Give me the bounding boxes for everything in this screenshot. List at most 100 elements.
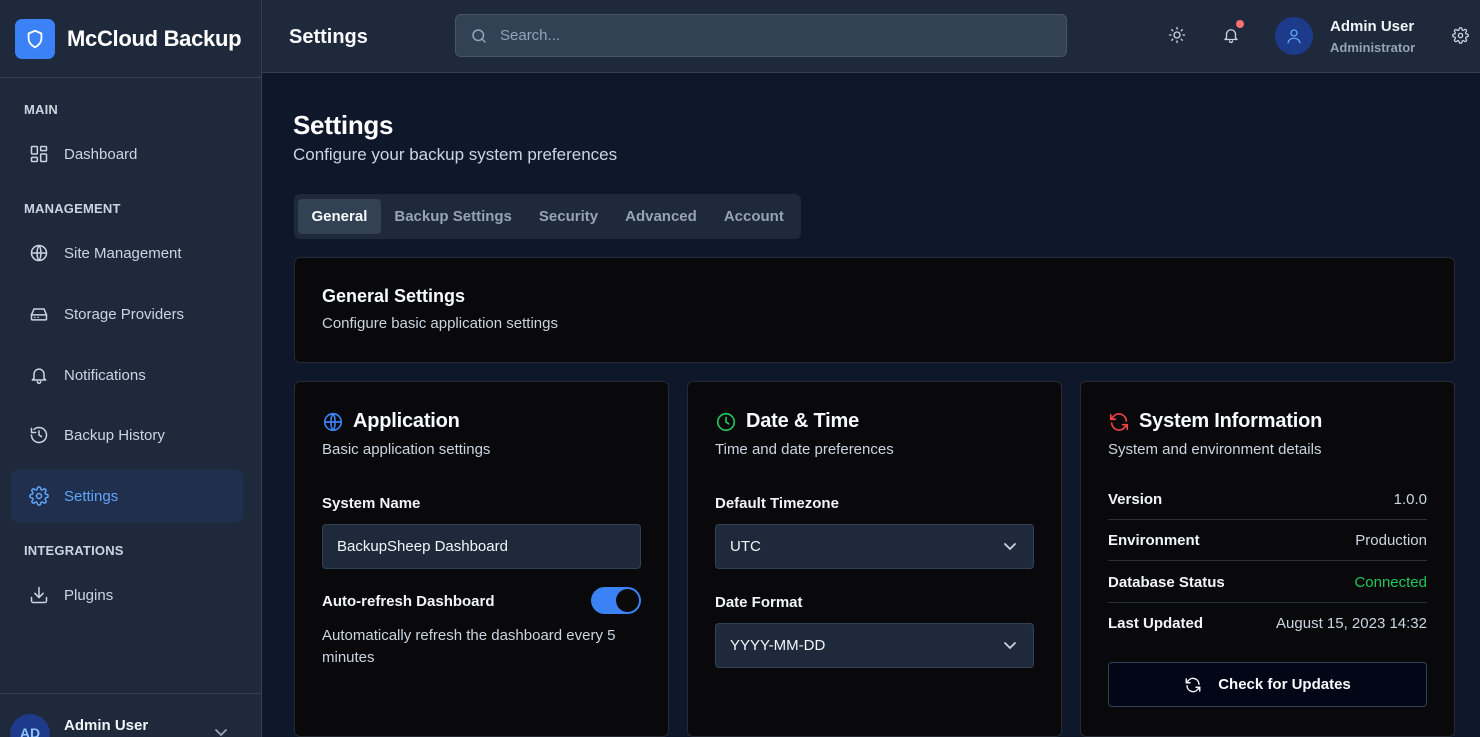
check-updates-label: Check for Updates — [1218, 676, 1351, 693]
check-updates-button[interactable]: Check for Updates — [1108, 662, 1427, 707]
general-settings-header: General Settings Configure basic applica… — [294, 257, 1455, 363]
sidebar-item-settings[interactable]: Settings — [11, 470, 243, 522]
info-value: August 15, 2023 14:32 — [1276, 615, 1427, 632]
auto-refresh-label: Auto-refresh Dashboard — [322, 593, 495, 610]
card-header: Date & Time — [715, 410, 859, 433]
sidebar-item-notifications[interactable]: Notifications — [11, 349, 243, 401]
card-header: Application — [322, 410, 460, 433]
info-key: Last Updated — [1108, 615, 1204, 632]
refresh-icon — [1108, 411, 1130, 433]
tab-general[interactable]: General — [298, 199, 381, 234]
bell-icon — [28, 364, 50, 386]
page-subtitle: Configure your backup system preferences — [293, 145, 618, 164]
header-settings-button[interactable] — [1449, 24, 1471, 46]
search-box[interactable] — [455, 14, 1067, 57]
header-title: Settings — [289, 26, 368, 48]
sidebar: McCloud Backup MAIN Dashboard MANAGEMENT… — [0, 0, 262, 737]
sidebar-item-backup-history[interactable]: Backup History — [11, 409, 243, 461]
clock-icon — [715, 411, 737, 433]
system-name-input[interactable]: BackupSheep Dashboard — [322, 524, 641, 569]
card-subtitle: Time and date preferences — [715, 441, 894, 458]
info-row-environment: Environment Production — [1108, 520, 1427, 561]
sidebar-item-label: Site Management — [64, 244, 182, 262]
notifications-button[interactable] — [1220, 20, 1244, 46]
auto-refresh-help: Automatically refresh the dashboard ever… — [322, 627, 616, 666]
info-key: Database Status — [1108, 573, 1225, 591]
search-icon — [470, 27, 488, 45]
chevron-down-icon — [1003, 641, 1017, 651]
header-user-role: Administrator — [1330, 40, 1416, 55]
avatar: AD — [10, 714, 50, 737]
date-format-select[interactable]: YYYY-MM-DD — [715, 623, 1034, 668]
date-format-value: YYYY-MM-DD — [730, 637, 826, 654]
system-name-label: System Name — [322, 495, 421, 512]
top-header: Settings Admin User Administrator — [262, 0, 1480, 73]
nav-section-integrations: INTEGRATIONS — [24, 543, 124, 558]
user-icon — [1285, 27, 1303, 45]
theme-toggle-button[interactable] — [1166, 24, 1188, 46]
gear-icon — [1451, 26, 1469, 44]
tab-backup-settings[interactable]: Backup Settings — [381, 199, 526, 234]
general-settings-title: General Settings — [322, 286, 466, 306]
info-value: 1.0.0 — [1393, 490, 1427, 508]
brand[interactable]: McCloud Backup — [0, 0, 261, 78]
card-title: Application — [353, 410, 460, 432]
sidebar-item-label: Dashboard — [64, 145, 138, 163]
tab-account[interactable]: Account — [710, 199, 797, 234]
dashboard-icon — [28, 143, 50, 165]
timezone-select[interactable]: UTC — [715, 524, 1034, 569]
sidebar-item-label: Plugins — [64, 586, 114, 604]
settings-tabs: General Backup Settings Security Advance… — [294, 194, 802, 239]
sidebar-item-label: Backup History — [64, 426, 165, 444]
application-card: Application Basic application settings S… — [294, 381, 669, 737]
download-icon — [28, 584, 50, 606]
info-key: Version — [1108, 490, 1163, 508]
brand-name: McCloud Backup — [67, 25, 242, 51]
tab-advanced[interactable]: Advanced — [612, 199, 711, 234]
timezone-value: UTC — [730, 538, 761, 555]
info-value: Production — [1355, 531, 1427, 549]
card-title: System Information — [1139, 410, 1323, 432]
info-row-version: Version 1.0.0 — [1108, 479, 1427, 520]
sidebar-user-name: Admin User — [64, 717, 149, 734]
status-badge: Connected — [1354, 573, 1427, 591]
sidebar-user-menu[interactable]: AD Admin User — [0, 693, 262, 737]
sidebar-item-storage-providers[interactable]: Storage Providers — [11, 288, 243, 340]
sidebar-item-dashboard[interactable]: Dashboard — [11, 128, 243, 180]
avatar[interactable] — [1275, 17, 1313, 55]
tab-security[interactable]: Security — [525, 199, 611, 234]
sidebar-item-site-management[interactable]: Site Management — [11, 227, 243, 279]
notification-dot — [1236, 20, 1244, 28]
gear-icon — [28, 485, 50, 507]
globe-icon — [322, 411, 344, 433]
refresh-icon — [1184, 676, 1202, 694]
general-settings-subtitle: Configure basic application settings — [322, 315, 558, 332]
chevron-down-icon — [1003, 542, 1017, 552]
info-row-database-status: Database Status Connected — [1108, 562, 1427, 603]
nav-section-management: MANAGEMENT — [24, 201, 121, 216]
sidebar-item-label: Notifications — [64, 366, 146, 384]
sidebar-item-plugins[interactable]: Plugins — [11, 569, 243, 621]
timezone-label: Default Timezone — [715, 495, 839, 512]
header-user-name: Admin User — [1330, 18, 1415, 35]
page-title: Settings — [293, 110, 394, 140]
sun-icon — [1168, 26, 1186, 44]
auto-refresh-toggle[interactable] — [591, 587, 641, 614]
shield-logo-icon — [15, 18, 55, 59]
info-row-last-updated: Last Updated August 15, 2023 14:32 — [1108, 603, 1427, 644]
bell-icon — [1222, 26, 1240, 44]
card-subtitle: System and environment details — [1108, 441, 1322, 458]
info-key: Environment — [1108, 531, 1200, 549]
search-input[interactable] — [500, 27, 1040, 44]
nav-section-main: MAIN — [24, 102, 59, 117]
hard-drive-icon — [28, 303, 50, 325]
card-title: Date & Time — [746, 410, 860, 432]
card-header: System Information — [1108, 410, 1322, 433]
date-time-card: Date & Time Time and date preferences De… — [687, 381, 1062, 737]
toggle-knob — [616, 589, 639, 612]
card-subtitle: Basic application settings — [322, 441, 491, 458]
main-content: Settings Configure your backup system pr… — [262, 73, 1480, 737]
chevron-down-icon[interactable] — [214, 728, 228, 737]
globe-icon — [28, 242, 50, 264]
header-user[interactable]: Admin User Administrator — [1330, 18, 1415, 55]
